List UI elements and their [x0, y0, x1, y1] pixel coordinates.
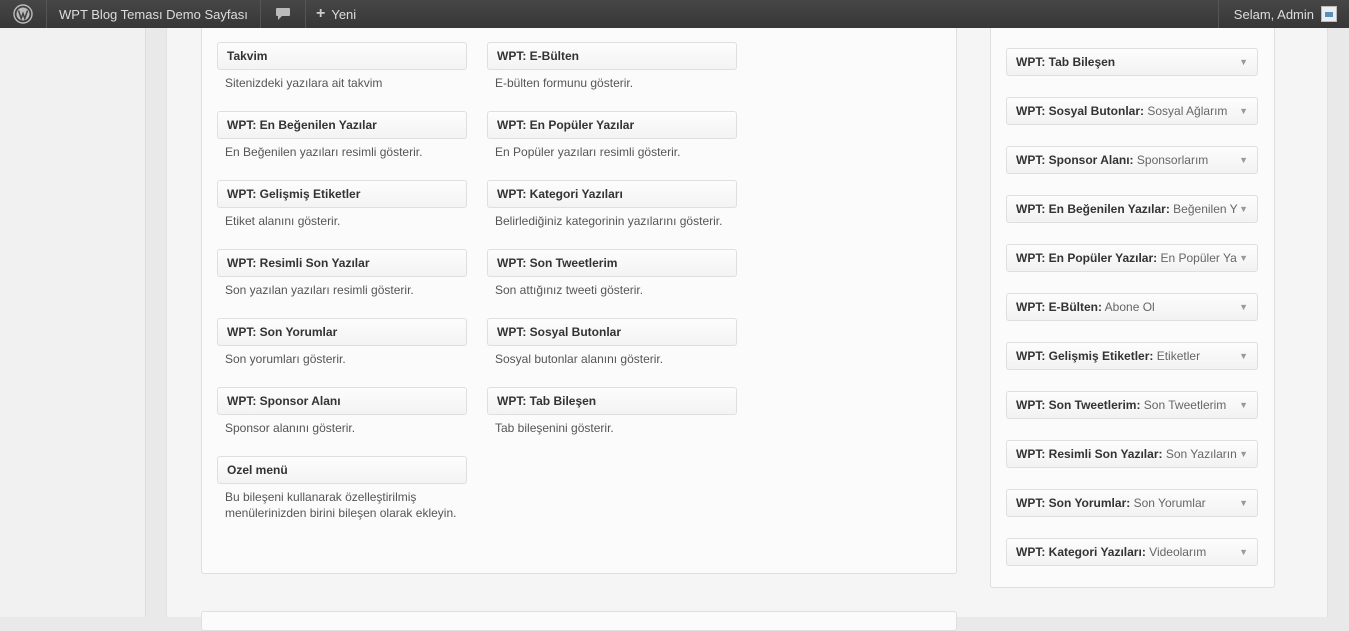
sidebar-widget-instance-title: Son Yazıların: [1165, 447, 1237, 461]
widget-title[interactable]: WPT: Son Yorumlar: [217, 318, 467, 346]
widget-description: Sponsor alanını gösterir.: [225, 421, 356, 435]
widget-title[interactable]: Ozel menü: [217, 456, 467, 484]
available-widget[interactable]: WPT: Sponsor Alanı Sponsor alanını göster…: [217, 387, 467, 436]
sidebar-widget-name: WPT: Sosyal Butonlar:: [1016, 104, 1145, 118]
arrow-down-icon[interactable]: ▼: [1239, 196, 1248, 222]
arrow-down-icon[interactable]: ▼: [1239, 441, 1248, 467]
sidebar-widget-name: WPT: Tab Bileşen: [1016, 55, 1116, 69]
comments-link[interactable]: [261, 0, 305, 28]
available-widget[interactable]: WPT: En Popüler Yazılar En Popüler yazıla…: [487, 111, 737, 160]
account-menu[interactable]: Selam, Admin: [1221, 0, 1349, 28]
sidebar-widget[interactable]: WPT: Son Tweetlerim: Son Tweetlerim ▼: [1006, 391, 1258, 419]
greeting-label: Selam, Admin: [1233, 6, 1314, 22]
sidebar-widget-instance-title: Abone Ol: [1104, 300, 1155, 314]
widget-description: E-bülten formunu gösterir.: [495, 76, 634, 90]
admin-bar: WPT Blog Teması Demo Sayfası + Yeni Sela…: [0, 0, 1349, 28]
widget-title[interactable]: WPT: En Popüler Yazılar: [487, 111, 737, 139]
arrow-down-icon[interactable]: ▼: [1239, 147, 1248, 173]
site-name-label: WPT Blog Teması Demo Sayfası: [59, 6, 248, 22]
sidebar-widget[interactable]: WPT: Son Yorumlar: Son Yorumlar ▼: [1006, 489, 1258, 517]
admin-menu-area: [0, 28, 146, 617]
arrow-down-icon[interactable]: ▼: [1239, 49, 1248, 75]
sidebar-widget-instance-title: En Popüler Ya: [1160, 251, 1237, 265]
widget-title[interactable]: WPT: En Beğenilen Yazılar: [217, 111, 467, 139]
widget-title[interactable]: WPT: E-Bülten: [487, 42, 737, 70]
available-widget[interactable]: WPT: Son Tweetlerim Son attığınız tweeti …: [487, 249, 737, 298]
widget-description: Sitenizdeki yazılara ait takvim: [225, 76, 383, 90]
widget-title[interactable]: WPT: Sosyal Butonlar: [487, 318, 737, 346]
sidebar-widget-instance-title: Son Tweetlerim: [1143, 398, 1227, 412]
wordpress-logo-icon[interactable]: [0, 0, 46, 28]
widget-description: Tab bileşenini gösterir.: [495, 421, 614, 435]
sidebar-widget[interactable]: WPT: Resimli Son Yazılar: Son Yazıların ▼: [1006, 440, 1258, 468]
sidebar-widget-instance-title: Son Yorumlar: [1133, 496, 1206, 510]
widget-description: En Popüler yazıları resimli gösterir.: [495, 145, 681, 159]
sidebar-widget[interactable]: WPT: E-Bülten: Abone Ol ▼: [1006, 293, 1258, 321]
available-widget[interactable]: WPT: Tab Bileşen Tab bileşenini gösterir.: [487, 387, 737, 436]
sidebar-widget-name: WPT: Sponsor Alanı:: [1016, 153, 1134, 167]
widget-description: En Beğenilen yazıları resimli gösterir.: [225, 145, 423, 159]
widget-title[interactable]: WPT: Resimli Son Yazılar: [217, 249, 467, 277]
available-widget[interactable]: WPT: Sosyal Butonlar Sosyal butonlar alan…: [487, 318, 737, 367]
available-widget[interactable]: WPT: Resimli Son Yazılar Son yazılan yazı…: [217, 249, 467, 298]
widget-title[interactable]: WPT: Kategori Yazıları: [487, 180, 737, 208]
available-widget[interactable]: WPT: Kategori Yazıları Belirlediğiniz kat…: [487, 180, 737, 229]
arrow-down-icon[interactable]: ▼: [1239, 539, 1248, 565]
sidebar-widget-name: WPT: Resimli Son Yazılar:: [1016, 447, 1163, 461]
available-widget[interactable]: WPT: Son Yorumlar Son yorumları gösterir.: [217, 318, 467, 367]
available-widget[interactable]: Ozel menü Bu bileşeni kullanarak özelleşt…: [217, 456, 467, 521]
sidebar-widget[interactable]: WPT: Tab Bileşen ▼: [1006, 48, 1258, 76]
inactive-widgets-panel: [201, 611, 957, 631]
sidebar-widget-name: WPT: En Popüler Yazılar:: [1016, 251, 1158, 265]
widget-description: Son attığınız tweeti gösterir.: [495, 283, 644, 297]
widget-title[interactable]: WPT: Son Tweetlerim: [487, 249, 737, 277]
available-widget[interactable]: WPT: Gelişmiş Etiketler Etiket alanını gö…: [217, 180, 467, 229]
available-widget[interactable]: WPT: En Beğenilen Yazılar En Beğenilen ya…: [217, 111, 467, 160]
sidebar-widget-instance-title: Sosyal Ağlarım: [1147, 104, 1228, 118]
widget-description: Sosyal butonlar alanını gösterir.: [495, 352, 664, 366]
avatar: [1321, 6, 1337, 22]
sidebar-widget-name: WPT: Gelişmiş Etiketler:: [1016, 349, 1154, 363]
sidebar-widget-name: WPT: E-Bülten:: [1016, 300, 1102, 314]
widget-description: Son yazılan yazıları resimli gösterir.: [225, 283, 414, 297]
available-widget[interactable]: WPT: E-Bülten E-bülten formunu gösterir.: [487, 42, 737, 91]
widget-description: Bu bileşeni kullanarak özelleştirilmiş m…: [225, 490, 457, 520]
arrow-down-icon[interactable]: ▼: [1239, 294, 1248, 320]
sidebar-widget-instance-title: Sponsorlarım: [1136, 153, 1209, 167]
arrow-down-icon[interactable]: ▼: [1239, 490, 1248, 516]
sidebar-widget-instance-title: Videolarım: [1149, 545, 1207, 559]
arrow-down-icon[interactable]: ▼: [1239, 98, 1248, 124]
comment-bubble-icon: [276, 8, 290, 20]
sidebar-widget[interactable]: WPT: Sponsor Alanı: Sponsorlarım ▼: [1006, 146, 1258, 174]
arrow-down-icon[interactable]: ▼: [1239, 392, 1248, 418]
sidebar-widget-name: WPT: Son Tweetlerim:: [1016, 398, 1141, 412]
widget-title[interactable]: WPT: Gelişmiş Etiketler: [217, 180, 467, 208]
new-content-button[interactable]: + Yeni: [306, 0, 356, 28]
site-name-link[interactable]: WPT Blog Teması Demo Sayfası: [47, 0, 260, 28]
available-widget[interactable]: Takvim Sitenizdeki yazılara ait takvim: [217, 42, 467, 91]
sidebar-widget[interactable]: WPT: Sosyal Butonlar: Sosyal Ağlarım ▼: [1006, 97, 1258, 125]
sidebar-widget-instance-title: Etiketler: [1156, 349, 1201, 363]
widget-title[interactable]: Takvim: [217, 42, 467, 70]
new-label: Yeni: [331, 6, 357, 22]
widget-description: Son yorumları gösterir.: [225, 352, 346, 366]
arrow-down-icon[interactable]: ▼: [1239, 343, 1248, 369]
widget-title[interactable]: WPT: Sponsor Alanı: [217, 387, 467, 415]
sidebar-widget-name: WPT: En Beğenilen Yazılar:: [1016, 202, 1170, 216]
widget-description: Etiket alanını gösterir.: [225, 214, 341, 228]
sidebar-widget[interactable]: WPT: En Popüler Yazılar: En Popüler Ya ▼: [1006, 244, 1258, 272]
widget-description: Belirlediğiniz kategorinin yazılarını gö…: [495, 214, 723, 228]
sidebar-widget[interactable]: WPT: Kategori Yazıları: Videolarım ▼: [1006, 538, 1258, 566]
sidebar-widget[interactable]: WPT: Gelişmiş Etiketler: Etiketler ▼: [1006, 342, 1258, 370]
sidebar-widget[interactable]: WPT: En Beğenilen Yazılar: Beğenilen Y ▼: [1006, 195, 1258, 223]
arrow-down-icon[interactable]: ▼: [1239, 245, 1248, 271]
widget-title[interactable]: WPT: Tab Bileşen: [487, 387, 737, 415]
sidebar-widget-name: WPT: Kategori Yazıları:: [1016, 545, 1146, 559]
sidebar-widget-instance-title: Beğenilen Y: [1173, 202, 1238, 216]
sidebar-widget-name: WPT: Son Yorumlar:: [1016, 496, 1131, 510]
plus-icon: +: [316, 5, 326, 22]
